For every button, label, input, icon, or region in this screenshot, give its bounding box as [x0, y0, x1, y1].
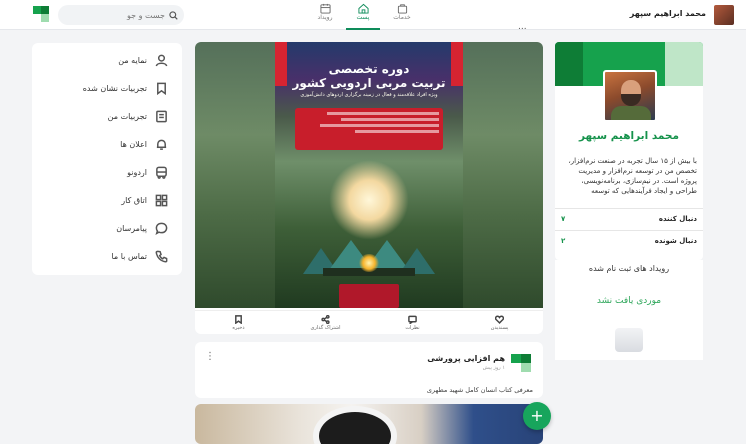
- add-post-button[interactable]: +: [523, 402, 551, 430]
- share-button[interactable]: اشتراک گذاری: [282, 311, 369, 334]
- tab-services-label: خدمات: [393, 14, 411, 21]
- events-empty-message: موردی یافت نشد: [596, 296, 662, 306]
- post-image-3[interactable]: [195, 404, 543, 444]
- following-count: ۲: [561, 236, 566, 245]
- tab-events-label: رویداد: [317, 14, 333, 21]
- post-author[interactable]: هم افزایی پرورشی: [427, 354, 505, 363]
- comment-icon: [408, 315, 417, 324]
- comments-label: نظرات: [405, 324, 420, 331]
- followers-count: ۷: [561, 214, 566, 223]
- sidebar-item-label: اعلان ها: [120, 139, 147, 149]
- post-text: معرفی کتاب انسان کامل شهید مطهری: [426, 386, 533, 394]
- channel-logo-icon: [511, 354, 531, 372]
- tab-events[interactable]: رویداد: [310, 3, 340, 30]
- calendar-icon: [319, 3, 331, 14]
- user-icon: [155, 54, 168, 66]
- sidebar-item-messenger[interactable]: پیامرسان: [116, 219, 168, 237]
- post-card-2: هم افزایی پرورشی ۱ روز پیش ⋮ معرفی کتاب …: [195, 342, 543, 398]
- sidebar-item-label: پیامرسان: [116, 223, 147, 233]
- followers-label: دنبال کننده: [658, 214, 697, 223]
- like-label: پسندیدن: [490, 324, 509, 331]
- sidebar-item-camps[interactable]: اردونو: [127, 163, 168, 181]
- save-button[interactable]: ذخیره: [195, 311, 282, 334]
- empty-state-illustration: [615, 328, 643, 352]
- cover-shape-right: [665, 42, 703, 86]
- following-row[interactable]: دنبال شونده ۲: [555, 230, 703, 250]
- chat-icon: [155, 222, 168, 235]
- home-icon: [357, 3, 369, 14]
- poster-title: دوره تخصصی تربیت مربی اردویی کشور: [275, 62, 463, 90]
- registered-events-card: رویداد های ثبت نام شده موردی یافت نشد: [555, 260, 703, 360]
- document-icon: [156, 110, 167, 122]
- share-label: اشتراک گذاری: [310, 324, 341, 331]
- sidebar-item-bookmarked[interactable]: تجربیات نشان شده: [83, 79, 168, 97]
- events-title: رویداد های ثبت نام شده: [588, 264, 670, 273]
- poster-title-line-2: تربیت مربی اردویی کشور: [292, 76, 446, 90]
- search-input[interactable]: [75, 10, 165, 20]
- sidebar-item-label: اردونو: [127, 167, 147, 177]
- sidebar-item-profile[interactable]: نمایه من: [118, 51, 168, 69]
- top-bar: رویداد پست خدمات محمد ابراهیم سپهر: [0, 0, 746, 30]
- cover-shape-left: [555, 42, 583, 86]
- post-actions: پسندیدن نظرات اشتراک گذاری ذخیره: [195, 310, 543, 334]
- sidebar-item-label: اتاق کار: [121, 195, 147, 205]
- save-icon: [235, 314, 242, 324]
- followers-row[interactable]: دنبال کننده ۷: [555, 208, 703, 228]
- sidebar-item-label: تجربیات نشان شده: [82, 83, 147, 93]
- poster-logo-block: [339, 284, 399, 308]
- bag-icon: [397, 4, 407, 14]
- post-menu-icon[interactable]: ⋮: [205, 351, 215, 362]
- photo-shirt: [611, 106, 651, 120]
- following-label: دنبال شونده: [654, 236, 697, 245]
- tab-posts[interactable]: پست: [346, 3, 380, 30]
- app-logo-icon[interactable]: [33, 6, 49, 22]
- photo-beard: [621, 94, 641, 106]
- sidebar-item-label: تجربیات من: [107, 111, 147, 121]
- comments-button[interactable]: نظرات: [369, 311, 456, 334]
- post-card: دوره تخصصی تربیت مربی اردویی کشور ویژه ا…: [195, 42, 543, 334]
- campfire-glow: [359, 254, 379, 272]
- heart-icon: [495, 315, 504, 324]
- profile-photo[interactable]: [603, 70, 657, 122]
- bell-icon: [156, 139, 167, 150]
- grid-icon: [155, 194, 168, 206]
- poster-info-box: [295, 108, 443, 150]
- poster-title-line-1: دوره تخصصی: [328, 62, 410, 76]
- profile-bio: با بیش از ۱۵ سال تجربه در صنعت نرم‌افزار…: [568, 157, 697, 195]
- coffee-cup-image: [313, 406, 397, 444]
- save-label: ذخیره: [232, 324, 245, 331]
- tab-posts-label: پست: [356, 14, 370, 21]
- bus-icon: [156, 166, 167, 179]
- camp-poster: دوره تخصصی تربیت مربی اردویی کشور ویژه ا…: [275, 42, 463, 308]
- poster-subtitle: ویژه افراد علاقه‌مند و فعال در زمینه برگ…: [300, 92, 438, 98]
- like-button[interactable]: پسندیدن: [456, 311, 543, 334]
- share-icon: [321, 314, 330, 324]
- sidebar-item-workroom[interactable]: اتاق کار: [121, 191, 168, 209]
- side-menu: نمایه من تجربیات نشان شده تجربیات من اعل…: [32, 43, 182, 275]
- tab-services[interactable]: خدمات: [387, 3, 417, 30]
- profile-card: محمد ابراهیم سپهر با بیش از ۱۵ سال تجربه…: [555, 42, 703, 260]
- sidebar-item-label: تماس با ما: [111, 251, 147, 261]
- sidebar-item-label: نمایه من: [118, 55, 147, 65]
- header-user-name[interactable]: محمد ابراهیم سپهر: [630, 9, 706, 18]
- avatar[interactable]: [713, 4, 735, 26]
- post-time: ۱ روز پیش: [482, 365, 505, 371]
- poster-sunlight: [329, 160, 409, 240]
- bookmark-icon: [157, 82, 166, 95]
- profile-name[interactable]: محمد ابراهیم سپهر: [555, 130, 703, 142]
- search-icon: [169, 10, 178, 20]
- sidebar-item-contact[interactable]: تماس با ما: [111, 247, 168, 265]
- sidebar-item-my-experiences[interactable]: تجربیات من: [108, 107, 168, 125]
- phone-icon: [155, 250, 168, 262]
- post-image[interactable]: دوره تخصصی تربیت مربی اردویی کشور ویژه ا…: [195, 42, 543, 308]
- more-dots[interactable]: ...: [518, 22, 527, 32]
- search-box[interactable]: [58, 5, 184, 25]
- sidebar-item-notifications[interactable]: اعلان ها: [120, 135, 168, 153]
